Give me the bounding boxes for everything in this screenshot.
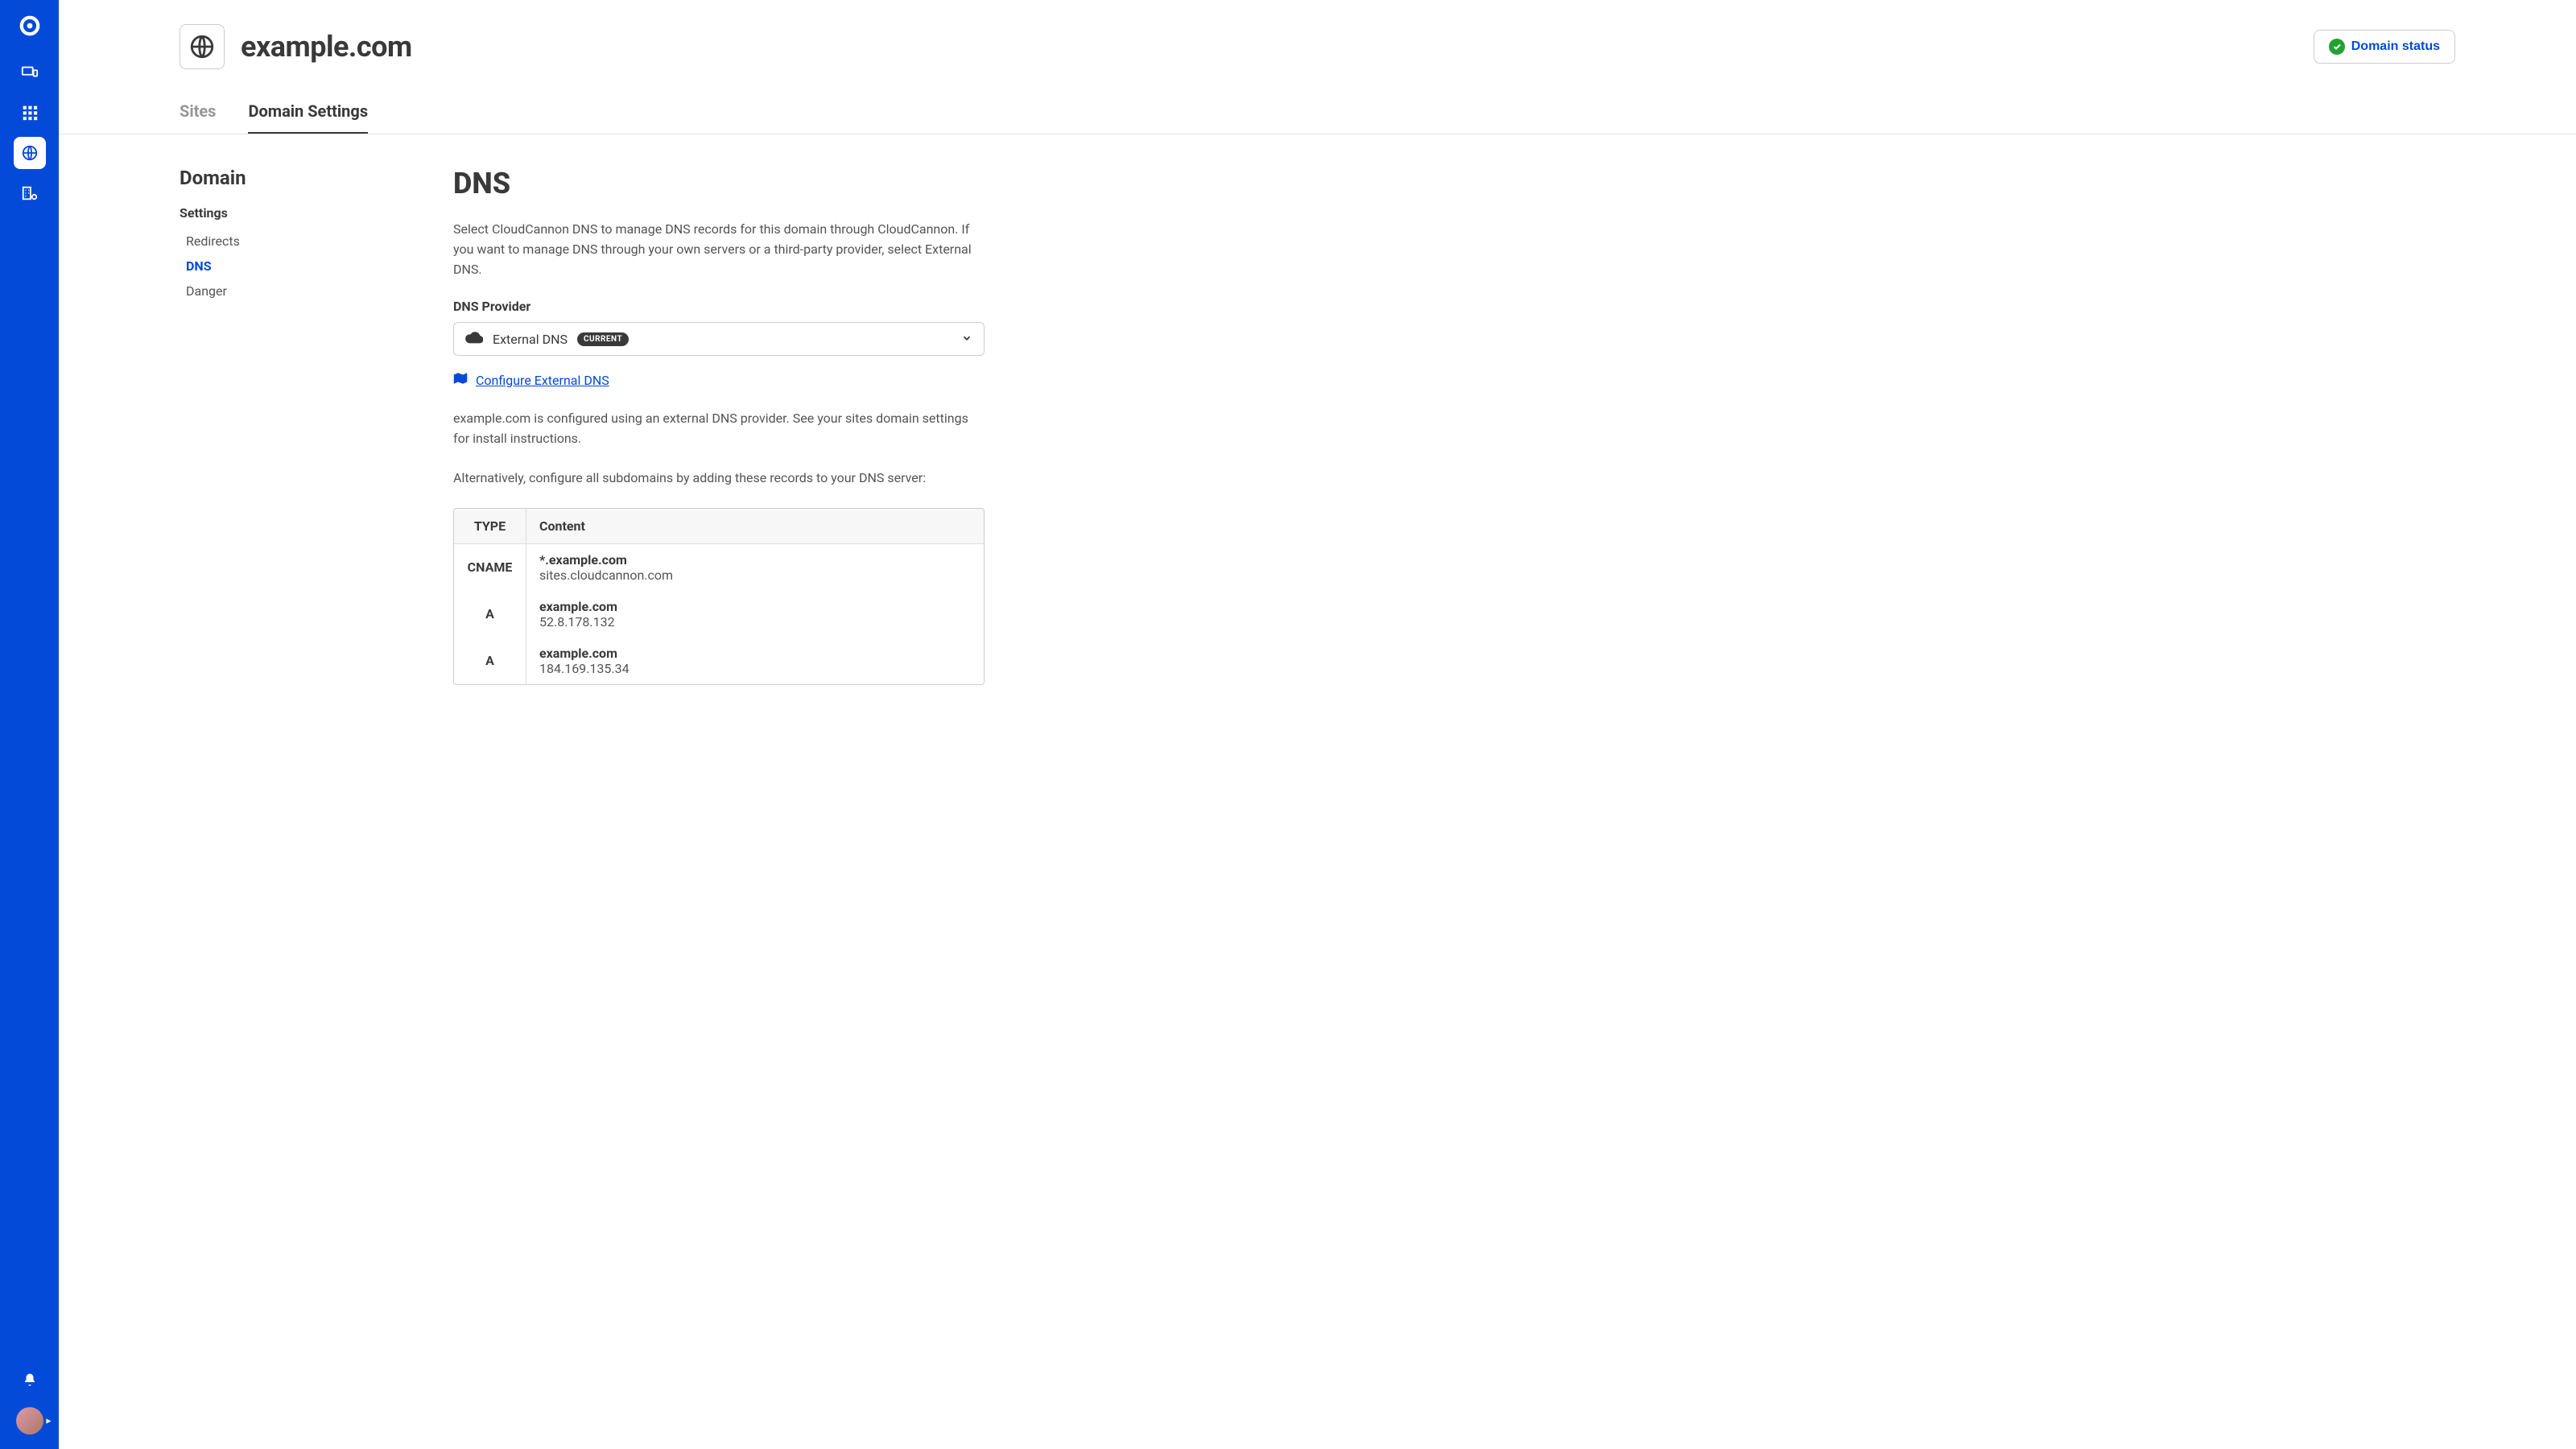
building-gear-icon[interactable] bbox=[14, 177, 46, 209]
page-title: example.com bbox=[241, 30, 412, 64]
devices-icon[interactable] bbox=[14, 56, 46, 89]
caret-right-icon: ▶ bbox=[46, 1418, 51, 1425]
sidebar: ▶ bbox=[0, 0, 59, 1449]
tab-domain-settings[interactable]: Domain Settings bbox=[248, 101, 368, 134]
table-row: A example.com 52.8.178.132 bbox=[454, 591, 984, 638]
page-header: example.com Domain status Sites Domain S… bbox=[59, 0, 2576, 134]
domain-status-label: Domain status bbox=[2351, 39, 2440, 54]
table-header-content: Content bbox=[526, 509, 984, 544]
sidebar-item-dns[interactable]: DNS bbox=[180, 254, 389, 279]
sidebar-item-danger[interactable]: Danger bbox=[180, 279, 389, 303]
table-row: CNAME *.example.com sites.cloudcannon.co… bbox=[454, 544, 984, 591]
map-icon bbox=[453, 372, 468, 388]
configure-external-dns-link[interactable]: Configure External DNS bbox=[453, 372, 985, 388]
content-title: DNS bbox=[453, 167, 985, 200]
configure-link-text[interactable]: Configure External DNS bbox=[476, 373, 609, 388]
domain-globe-icon bbox=[180, 24, 225, 69]
dns-provider-value: External DNS bbox=[493, 332, 568, 347]
dns-info-1: example.com is configured using an exter… bbox=[453, 409, 985, 449]
dns-provider-select[interactable]: External DNS CURRENT bbox=[453, 322, 985, 356]
dns-info-2: Alternatively, configure all subdomains … bbox=[453, 469, 985, 489]
settings-section-label: Settings bbox=[180, 205, 389, 221]
tabs: Sites Domain Settings bbox=[180, 101, 2455, 134]
table-row: A example.com 184.169.135.34 bbox=[454, 638, 984, 684]
record-type: CNAME bbox=[454, 544, 526, 591]
check-circle-icon bbox=[2329, 39, 2345, 55]
user-avatar[interactable]: ▶ bbox=[16, 1407, 43, 1435]
record-type: A bbox=[454, 638, 526, 684]
record-name: example.com bbox=[539, 646, 971, 661]
settings-heading: Domain bbox=[180, 167, 389, 189]
record-type: A bbox=[454, 591, 526, 638]
chevron-down-icon bbox=[961, 332, 972, 347]
cloud-icon bbox=[465, 331, 483, 347]
notifications-icon[interactable] bbox=[14, 1364, 46, 1396]
settings-sidebar: Domain Settings Redirects DNS Danger bbox=[180, 167, 389, 1417]
domain-status-button[interactable]: Domain status bbox=[2314, 30, 2455, 64]
record-name: example.com bbox=[539, 599, 971, 614]
app-logo bbox=[14, 10, 46, 42]
dns-provider-label: DNS Provider bbox=[453, 299, 985, 314]
grid-icon[interactable] bbox=[14, 97, 46, 129]
record-name: *.example.com bbox=[539, 552, 971, 568]
table-header-type: TYPE bbox=[454, 509, 526, 544]
current-badge: CURRENT bbox=[577, 332, 629, 346]
content-panel: DNS Select CloudCannon DNS to manage DNS… bbox=[421, 167, 1001, 1417]
tab-sites[interactable]: Sites bbox=[180, 101, 216, 134]
globe-icon[interactable] bbox=[14, 137, 46, 169]
record-value: 184.169.135.34 bbox=[539, 661, 971, 676]
dns-records-table: TYPE Content CNAME *.example.com sites.c… bbox=[453, 508, 985, 685]
sidebar-item-redirects[interactable]: Redirects bbox=[180, 229, 389, 254]
dns-description: Select CloudCannon DNS to manage DNS rec… bbox=[453, 220, 985, 279]
record-value: sites.cloudcannon.com bbox=[539, 568, 971, 583]
record-value: 52.8.178.132 bbox=[539, 614, 971, 630]
